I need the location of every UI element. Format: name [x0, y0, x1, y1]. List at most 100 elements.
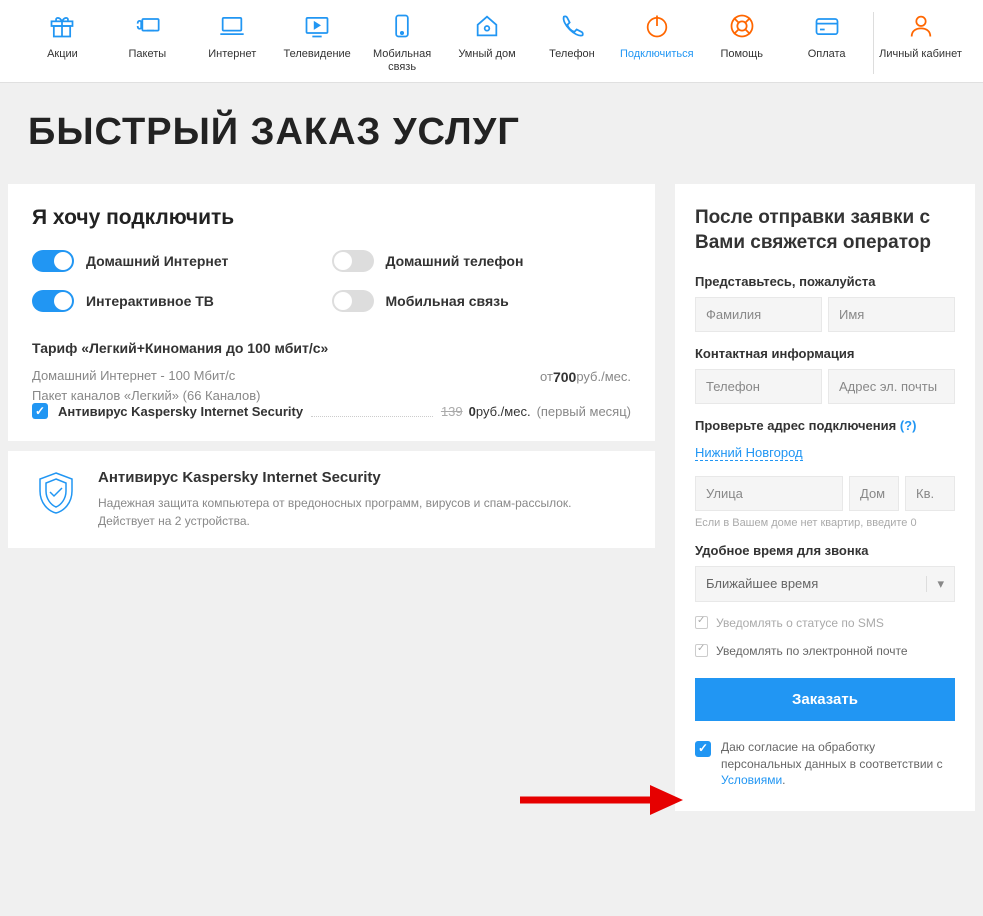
price-value: 700	[553, 369, 576, 385]
left-column: Я хочу подключить Домашний Интернет Дома…	[8, 184, 655, 811]
apt-hint: Если в Вашем доме нет квартир, введите 0	[695, 517, 955, 529]
toggle-row: Домашний Интернет Домашний телефон Интер…	[32, 250, 631, 330]
consent-checkbox[interactable]	[695, 741, 711, 757]
shield-icon	[32, 469, 80, 517]
consent-row: Даю согласие на обработку персональных д…	[695, 739, 955, 789]
nav-label: Подключиться	[620, 48, 694, 61]
nav-phone[interactable]: Телефон	[529, 12, 614, 74]
lastname-input[interactable]: Фамилия	[695, 297, 822, 332]
consent-text: Даю согласие на обработку персональных д…	[721, 740, 943, 771]
addon-new-price: 0	[469, 404, 476, 419]
addon-checkbox[interactable]	[32, 403, 48, 419]
time-select[interactable]: Ближайшее время ▾	[695, 566, 955, 602]
addon-name: Антивирус Kaspersky Internet Security	[58, 404, 303, 419]
notify-email-checkbox[interactable]	[695, 644, 708, 657]
price-prefix: от	[540, 369, 553, 385]
addon-old-price: 139	[441, 404, 463, 419]
time-value: Ближайшее время	[706, 576, 818, 591]
connect-card: Я хочу подключить Домашний Интернет Дома…	[8, 184, 655, 441]
address-help-link[interactable]: (?)	[900, 418, 917, 433]
main-content: Я хочу подключить Домашний Интернет Дома…	[0, 184, 983, 831]
dots-leader	[311, 405, 433, 417]
toggle-home-internet: Домашний Интернет	[32, 250, 332, 272]
nav-label: Интернет	[208, 48, 256, 61]
nav-label: Личный кабинет	[879, 48, 962, 61]
nav-label: Оплата	[808, 48, 846, 61]
nav-label: Пакеты	[129, 48, 167, 61]
nav-mobile[interactable]: Мобильная связь	[360, 12, 445, 74]
tariff-block: Тариф «Легкий+Киномания до 100 мбит/с» Д…	[32, 340, 631, 419]
firstname-input[interactable]: Имя	[828, 297, 955, 332]
nav-packages[interactable]: Пакеты	[105, 12, 190, 74]
user-icon	[907, 12, 935, 40]
toggle-label: Мобильная связь	[386, 293, 509, 309]
tv-icon	[303, 12, 331, 40]
laptop-icon	[218, 12, 246, 40]
notify-email-row: Уведомлять по электронной почте	[695, 644, 955, 658]
notify-email-label: Уведомлять по электронной почте	[716, 644, 908, 658]
devices-icon	[133, 12, 161, 40]
top-navigation: Акции Пакеты Интернет Телевидение Мобиль…	[0, 0, 983, 83]
toggle-home-phone: Домашний телефон	[332, 250, 632, 272]
email-input[interactable]: Адрес эл. почты	[828, 369, 955, 404]
toggle-switch[interactable]	[32, 290, 74, 312]
city-link[interactable]: Нижний Новгород	[695, 445, 803, 461]
promo-card: Антивирус Kaspersky Internet Security На…	[8, 451, 655, 548]
consent-text-wrap: Даю согласие на обработку персональных д…	[721, 739, 955, 789]
price-suffix: руб./мес.	[576, 369, 631, 385]
nav-smarthome[interactable]: Умный дом	[445, 12, 530, 74]
apt-input[interactable]: Кв.	[905, 476, 955, 511]
promo-desc: Надежная защита компьютера от вредоносны…	[98, 494, 631, 530]
phone-input[interactable]: Телефон	[695, 369, 822, 404]
toggle-iptv: Интерактивное ТВ	[32, 290, 332, 312]
phone-icon	[558, 12, 586, 40]
mobile-icon	[388, 12, 416, 40]
time-label: Удобное время для звонка	[695, 543, 955, 558]
nav-promo[interactable]: Акции	[20, 12, 105, 74]
notify-sms-label: Уведомлять о статусе по SMS	[716, 616, 884, 630]
name-label: Представьтесь, пожалуйста	[695, 274, 955, 289]
chevron-down-icon: ▾	[926, 576, 944, 592]
toggle-switch[interactable]	[332, 250, 374, 272]
contact-label: Контактная информация	[695, 346, 955, 361]
lifebuoy-icon	[728, 12, 756, 40]
addon-suffix: руб./мес.	[476, 404, 531, 419]
addon-note: (первый месяц)	[537, 404, 631, 419]
nav-payment[interactable]: Оплата	[784, 12, 869, 74]
power-icon	[643, 12, 671, 40]
nav-label: Акции	[47, 48, 78, 61]
promo-title: Антивирус Kaspersky Internet Security	[98, 469, 631, 486]
form-title: После отправки заявки с Вами свяжется оп…	[695, 206, 955, 255]
nav-internet[interactable]: Интернет	[190, 12, 275, 74]
toggle-label: Интерактивное ТВ	[86, 293, 214, 309]
toggle-switch[interactable]	[32, 250, 74, 272]
addon-row: Антивирус Kaspersky Internet Security 13…	[32, 403, 631, 419]
nav-help[interactable]: Помощь	[699, 12, 784, 74]
street-input[interactable]: Улица	[695, 476, 843, 511]
address-label: Проверьте адрес подключения (?)	[695, 418, 955, 433]
nav-label: Телевидение	[284, 48, 351, 61]
connect-title: Я хочу подключить	[32, 206, 631, 230]
notify-sms-checkbox[interactable]	[695, 616, 708, 629]
house-input[interactable]: Дом	[849, 476, 899, 511]
nav-separator	[873, 12, 874, 74]
nav-connect[interactable]: Подключиться	[614, 12, 699, 74]
page-title: БЫСТРЫЙ ЗАКАЗ УСЛУГ	[0, 83, 983, 184]
toggle-label: Домашний Интернет	[86, 253, 228, 269]
order-button[interactable]: Заказать	[695, 678, 955, 721]
nav-label: Помощь	[720, 48, 763, 61]
promo-text: Антивирус Kaspersky Internet Security На…	[98, 469, 631, 530]
nav-label: Умный дом	[458, 48, 515, 61]
nav-label: Мобильная связь	[360, 48, 445, 74]
nav-account[interactable]: Личный кабинет	[878, 12, 963, 74]
toggle-label: Домашний телефон	[386, 253, 524, 269]
nav-label: Телефон	[549, 48, 595, 61]
consent-link[interactable]: Условиями	[721, 773, 782, 787]
notify-sms-row: Уведомлять о статусе по SMS	[695, 616, 955, 630]
gift-icon	[48, 12, 76, 40]
order-form: После отправки заявки с Вами свяжется оп…	[675, 184, 975, 811]
card-icon	[813, 12, 841, 40]
home-icon	[473, 12, 501, 40]
toggle-switch[interactable]	[332, 290, 374, 312]
nav-tv[interactable]: Телевидение	[275, 12, 360, 74]
